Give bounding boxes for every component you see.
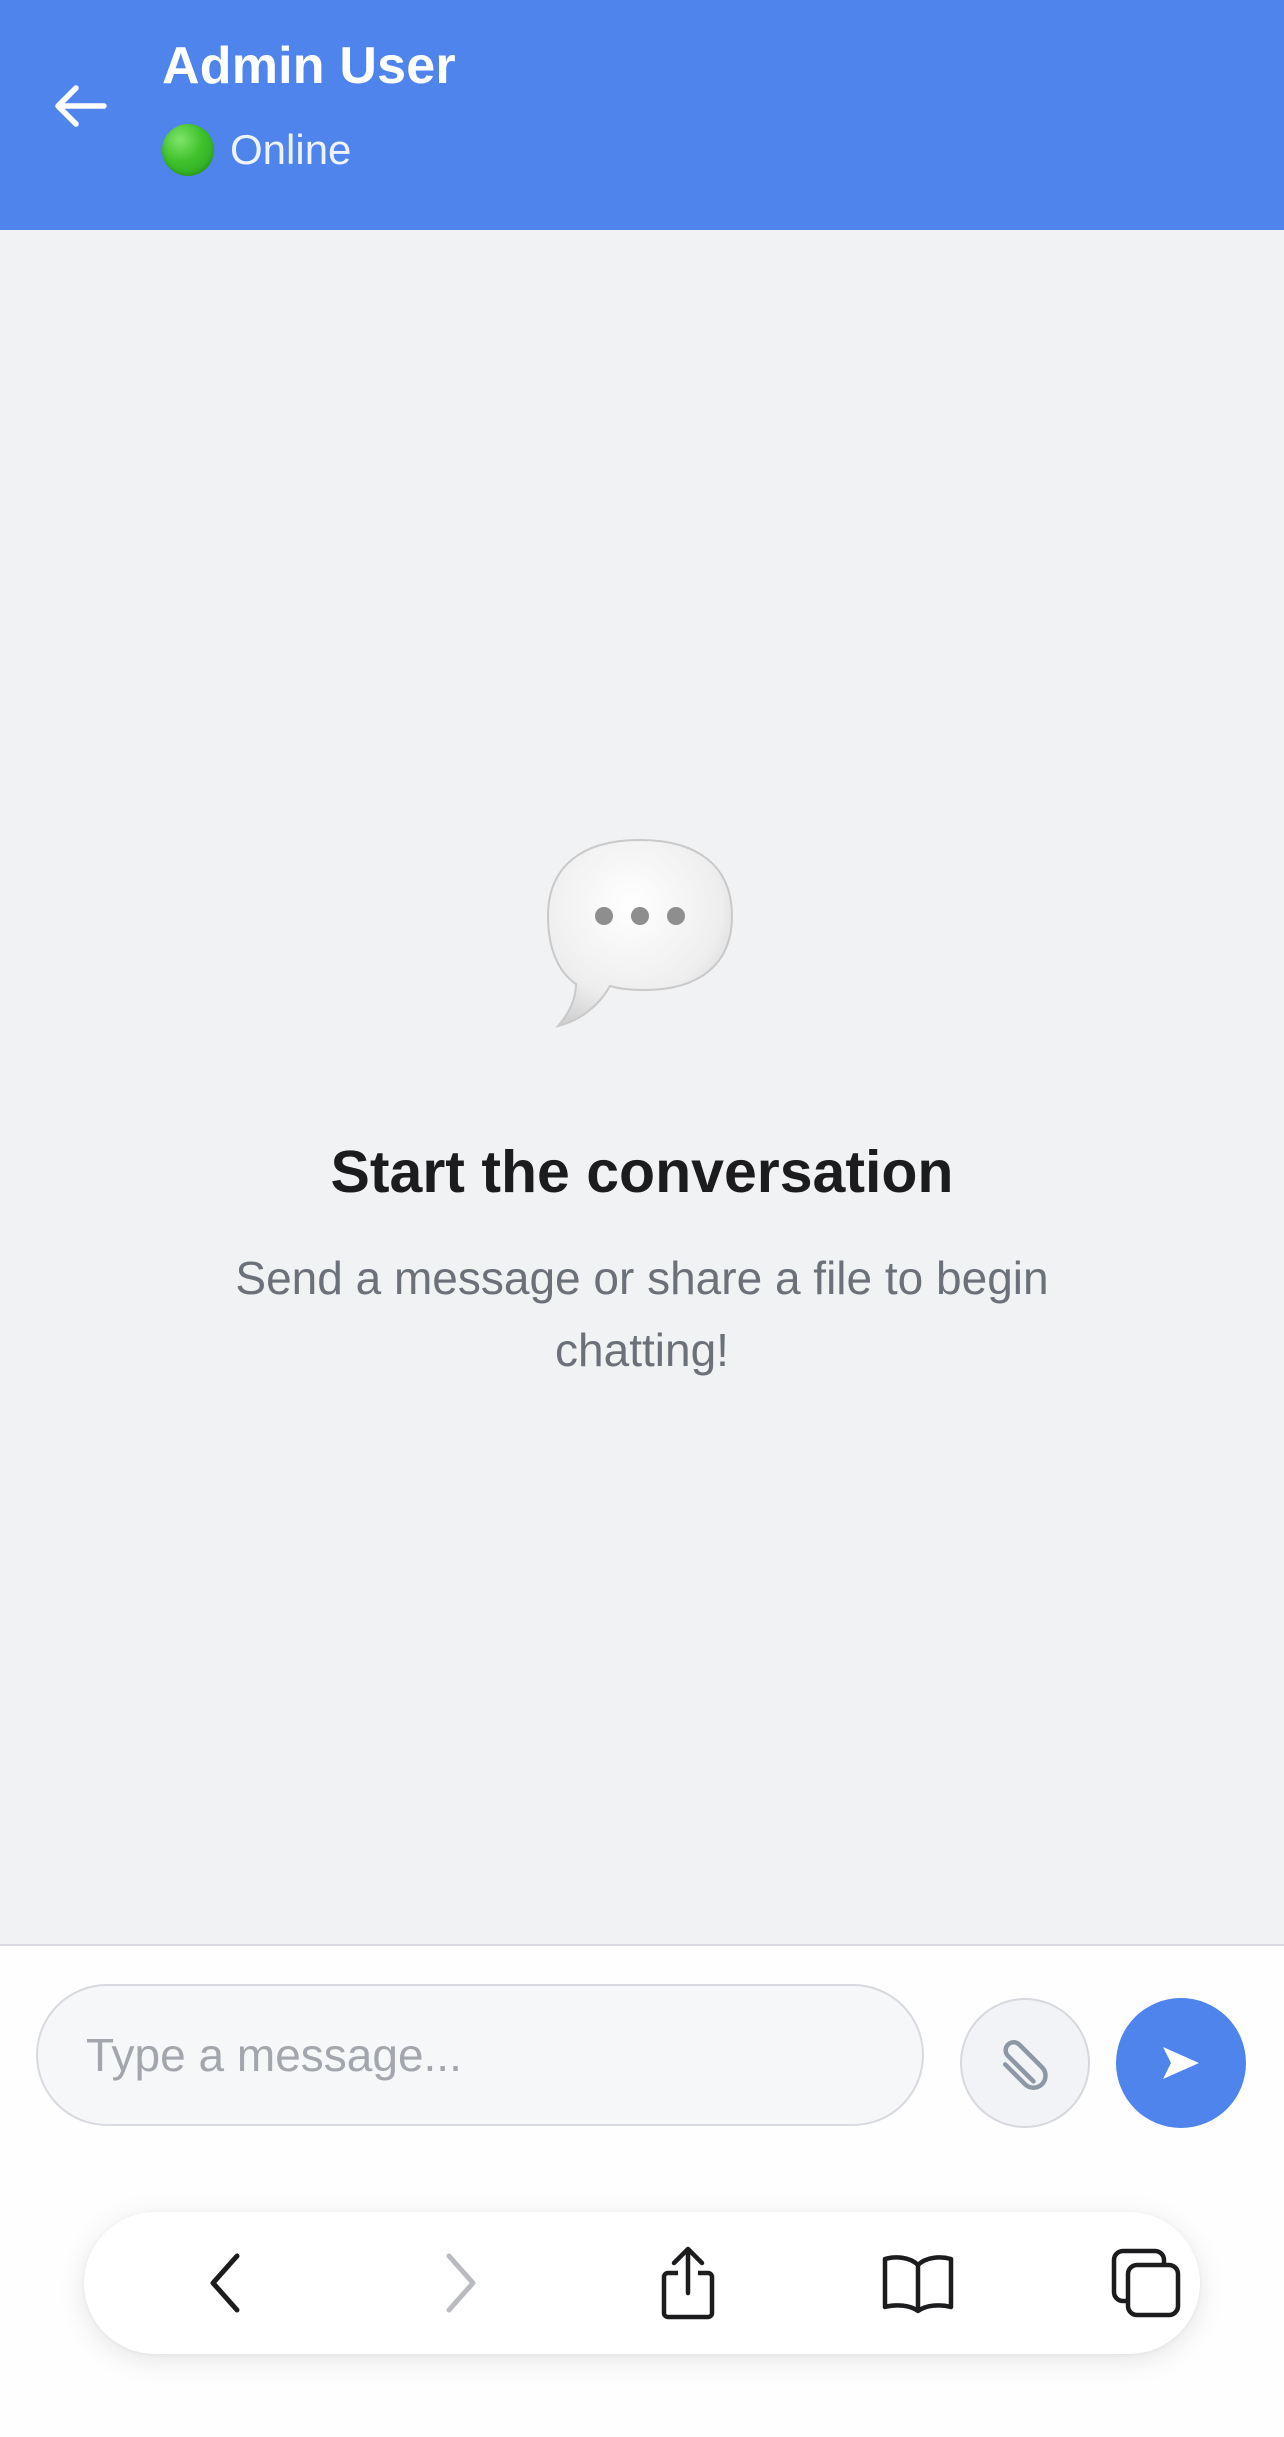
chat-page: Admin User Online Start the conversation… — [0, 0, 1284, 2437]
back-button[interactable] — [40, 66, 120, 146]
browser-bookmarks-button[interactable] — [868, 2233, 968, 2333]
tabs-icon — [1111, 2248, 1181, 2318]
browser-share-button[interactable] — [638, 2233, 738, 2333]
chevron-left-icon — [210, 2253, 240, 2313]
chevron-right-icon — [446, 2253, 476, 2313]
send-button[interactable] — [1116, 1998, 1246, 2128]
browser-back-button[interactable] — [176, 2233, 276, 2333]
paperclip-icon — [1002, 2040, 1048, 2090]
speech-bubble-icon — [546, 838, 734, 1028]
contact-name: Admin User — [162, 37, 456, 95]
attach-file-button[interactable] — [960, 1998, 1090, 2128]
status-label: Online — [230, 126, 352, 173]
browser-toolbar — [84, 2212, 1200, 2354]
online-dot-icon — [162, 124, 214, 176]
share-icon — [661, 2246, 715, 2320]
message-composer — [0, 1944, 1284, 2437]
bookmarks-icon — [882, 2255, 954, 2314]
empty-state-subtitle: Send a message or share a file to begin … — [235, 1252, 1049, 1376]
arrow-left-icon — [55, 85, 107, 127]
messages-area: Start the conversation Send a message or… — [0, 230, 1284, 1944]
message-input[interactable] — [36, 1984, 924, 2126]
send-icon — [1163, 2047, 1199, 2079]
chat-header: Admin User Online — [0, 0, 1284, 230]
empty-state-title: Start the conversation — [330, 1139, 954, 1205]
presence-status: Online — [162, 124, 351, 176]
browser-forward-button[interactable] — [410, 2233, 510, 2333]
browser-tabs-button[interactable] — [1096, 2233, 1196, 2333]
